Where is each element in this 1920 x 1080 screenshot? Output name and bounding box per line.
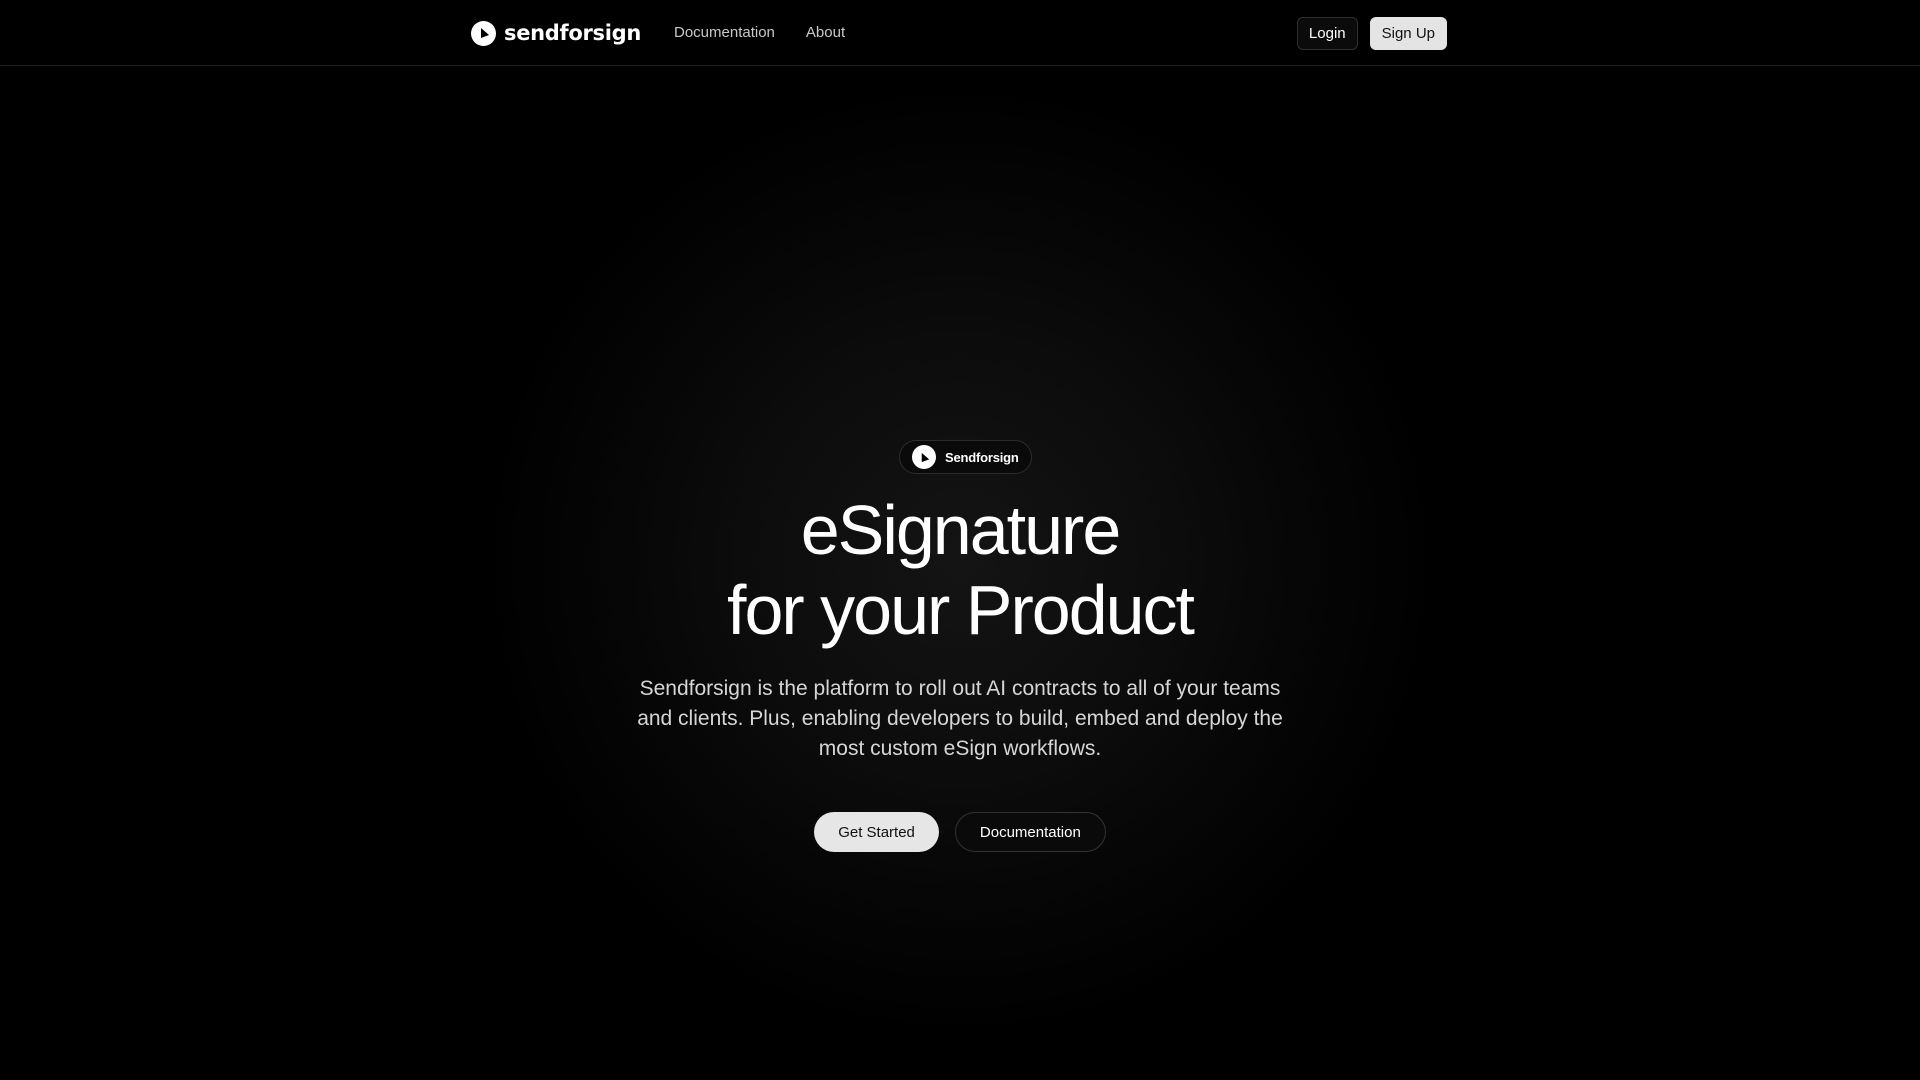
cta-group: Get Started Documentation — [0, 812, 1920, 852]
brand-badge: Sendforsign — [899, 440, 1032, 474]
brand-name: sendforsign — [504, 21, 642, 45]
nav-link-documentation[interactable]: Documentation — [674, 24, 775, 41]
nav-link-about[interactable]: About — [806, 24, 845, 41]
hero-headline: eSignature for your Product — [0, 490, 1920, 650]
documentation-button[interactable]: Documentation — [954, 812, 1106, 852]
main-nav: Documentation About — [674, 24, 845, 41]
badge-label: Sendforsign — [945, 449, 1019, 465]
site-header: sendforsign Documentation About Login Si… — [0, 0, 1920, 66]
signup-button[interactable]: Sign Up — [1369, 17, 1447, 50]
brand-logo-link[interactable]: sendforsign — [471, 20, 641, 46]
sendforsign-logo-icon — [912, 445, 936, 469]
get-started-button[interactable]: Get Started — [814, 812, 939, 852]
header-actions: Login Sign Up — [1296, 17, 1447, 50]
headline-line-1: eSignature — [800, 491, 1122, 569]
login-button[interactable]: Login — [1296, 17, 1358, 50]
landing-page: sendforsign Documentation About Login Si… — [0, 0, 1920, 1080]
sendforsign-logo-icon — [471, 20, 496, 46]
headline-line-2: for your Product — [727, 571, 1195, 649]
hero-description: Sendforsign is the platform to roll out … — [637, 677, 1283, 760]
